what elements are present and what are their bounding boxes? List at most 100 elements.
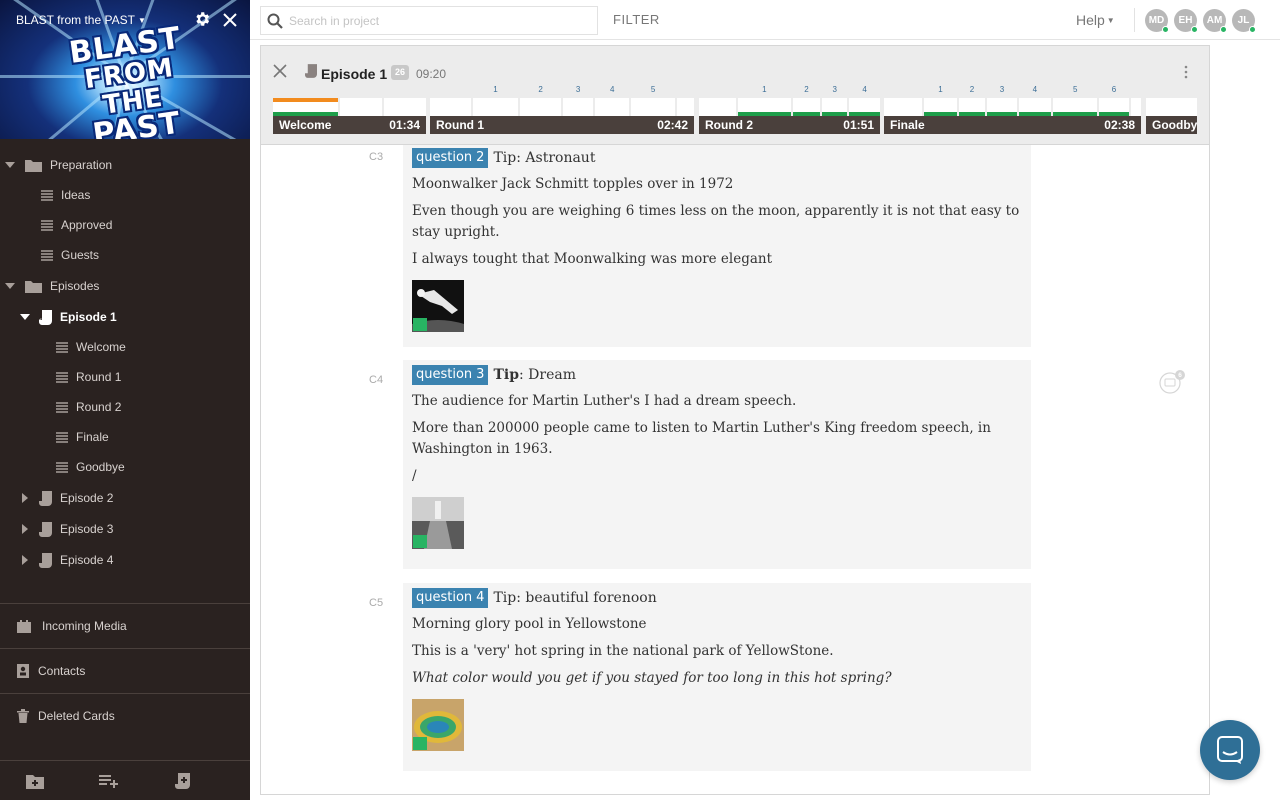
segment-cell[interactable]: 6 (1099, 85, 1129, 116)
search-box[interactable] (260, 6, 598, 35)
incoming-media-icon (17, 619, 31, 633)
tree-item-goodbye[interactable]: Goodbye (0, 454, 250, 480)
question-badge[interactable]: question 2 (412, 148, 489, 168)
card-line: More than 200000 people came to listen t… (412, 420, 991, 457)
sidebar: BLAST FROM THE PAST BLAST from the PAST … (0, 0, 250, 800)
segment-round-1[interactable]: 1 2 3 4 5 Round 1 02:42 (430, 85, 694, 134)
segment-cell[interactable] (677, 98, 694, 116)
segment-name: Finale (890, 118, 925, 132)
segment-cell[interactable]: 5 (631, 85, 676, 116)
incoming-media-link[interactable]: Incoming Media (0, 603, 250, 647)
segment-cell[interactable] (384, 98, 426, 116)
project-title-menu[interactable]: BLAST from the PAST ▼ (16, 13, 146, 27)
card[interactable]: question 2 Tip: Astronaut Moonwalker Jack… (403, 145, 1031, 347)
segment-cell[interactable]: 1 (472, 85, 519, 116)
tree-item-finale[interactable]: Finale (0, 424, 250, 450)
segment-cell[interactable]: 2 (520, 85, 561, 116)
card-header: question 4 Tip: beautiful forenoon (412, 588, 1022, 608)
avatar[interactable]: EH (1174, 9, 1198, 33)
segment-cell[interactable] (1130, 98, 1142, 116)
image-thumbnail[interactable] (412, 280, 464, 332)
segment-cell[interactable]: 5 (1053, 85, 1098, 116)
segment-cell[interactable] (273, 98, 339, 116)
expand-arrow-icon[interactable] (20, 524, 30, 534)
expand-arrow-icon[interactable] (20, 312, 30, 322)
expand-arrow-icon[interactable] (20, 493, 30, 503)
close-icon[interactable] (273, 64, 287, 78)
expand-arrow-icon[interactable] (20, 555, 30, 565)
tree-item-welcome[interactable]: Welcome (0, 334, 250, 360)
segment-cell[interactable]: 4 (1018, 85, 1052, 116)
section-label: Deleted Cards (38, 708, 115, 723)
segment-welcome[interactable]: Welcome 01:34 (273, 98, 426, 134)
tree-label: Goodbye (76, 460, 125, 474)
expand-arrow-icon[interactable] (5, 160, 15, 170)
image-thumbnail[interactable] (412, 497, 464, 549)
image-thumbnail[interactable] (412, 699, 464, 751)
segment-round-2[interactable]: 1 2 3 4 Round 2 01:51 (699, 85, 880, 134)
segment-cell[interactable] (699, 98, 737, 116)
add-folder-icon[interactable] (26, 773, 44, 789)
tree-item-round-1[interactable]: Round 1 (0, 364, 250, 390)
segment-cell[interactable]: 2 (958, 85, 986, 116)
expand-arrow-icon[interactable] (5, 281, 15, 291)
tree-item-ideas[interactable]: Ideas (0, 182, 250, 208)
tree-episode-1[interactable]: Episode 1 (0, 304, 250, 330)
avatar[interactable]: AM (1203, 9, 1227, 33)
tree-item-guests[interactable]: Guests (0, 242, 250, 268)
tip-separator: : (516, 590, 526, 606)
search-input[interactable] (289, 11, 589, 31)
segment-cell[interactable]: 3 (822, 85, 848, 116)
list-icon (56, 341, 68, 353)
tree-episode-2[interactable]: Episode 2 (0, 485, 250, 511)
question-badge[interactable]: question 4 (412, 588, 489, 608)
segment-cell[interactable]: 1 (738, 85, 791, 116)
card[interactable]: question 3 Tip: Dream The audience for Ma… (403, 360, 1031, 569)
question-badge[interactable]: question 3 (412, 365, 489, 385)
card-code: C4 (369, 374, 384, 386)
list-icon (56, 371, 68, 383)
tree-folder-preparation[interactable]: Preparation (0, 152, 250, 178)
segment-cell[interactable] (340, 98, 383, 116)
more-vertical-icon[interactable] (1183, 64, 1189, 80)
segment-cell[interactable]: 3 (987, 85, 1017, 116)
contacts-link[interactable]: Contacts (0, 648, 250, 692)
segment-cell[interactable]: 4 (595, 85, 630, 116)
chat-button[interactable] (1200, 720, 1260, 780)
project-banner[interactable]: BLAST FROM THE PAST BLAST from the PAST … (0, 0, 250, 139)
list-icon (41, 189, 53, 201)
avatar[interactable]: MD (1145, 9, 1169, 33)
card-code: C3 (369, 151, 384, 163)
gear-icon[interactable] (193, 10, 211, 28)
comment-icon[interactable]: 6 (1157, 370, 1187, 394)
segment-cell[interactable] (430, 98, 471, 116)
segment-cell[interactable] (884, 98, 923, 116)
segment-finale[interactable]: 1 2 3 4 5 6 Finale 02:38 (884, 85, 1142, 134)
deleted-cards-link[interactable]: Deleted Cards (0, 693, 250, 737)
tree-episode-3[interactable]: Episode 3 (0, 516, 250, 542)
segment-cell[interactable]: 2 (792, 85, 821, 116)
segment-cell[interactable]: 3 (562, 85, 594, 116)
avatar[interactable]: JL (1232, 9, 1256, 33)
list-icon (56, 461, 68, 473)
add-list-icon[interactable] (99, 773, 119, 789)
sidebar-actions (0, 760, 250, 800)
tree-episode-4[interactable]: Episode 4 (0, 547, 250, 573)
add-episode-icon[interactable] (174, 773, 192, 789)
cell-number: 4 (1032, 85, 1038, 94)
tree-label: Guests (61, 248, 100, 262)
segment-cell[interactable]: 1 (924, 85, 957, 116)
list-icon (56, 431, 68, 443)
segment-goodbye[interactable]: Goodby (1146, 98, 1197, 134)
tree-item-round-2[interactable]: Round 2 (0, 394, 250, 420)
tree-item-approved[interactable]: Approved (0, 212, 250, 238)
segment-cell[interactable] (1146, 98, 1197, 116)
close-icon[interactable] (222, 12, 238, 28)
filter-button[interactable]: FILTER (613, 12, 660, 27)
card[interactable]: question 4 Tip: beautiful forenoon Mornin… (403, 583, 1031, 771)
help-menu[interactable]: Help ▼ (1076, 12, 1115, 28)
segment-cell[interactable]: 4 (849, 85, 880, 116)
tree-folder-episodes[interactable]: Episodes (0, 273, 250, 299)
segment-time: 02:42 (657, 118, 688, 132)
cell-number: 1 (493, 85, 498, 94)
